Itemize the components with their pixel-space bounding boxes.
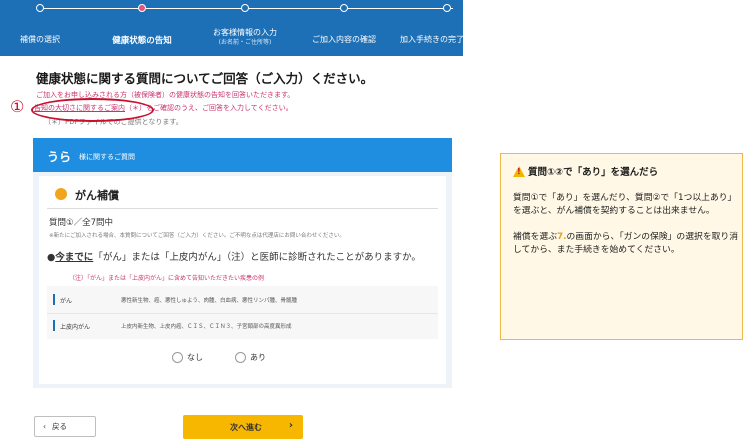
question-body: 「がん」または「上皮内がん」（注）と医師に診断されたことがありますか。: [93, 252, 421, 263]
radio-circle[interactable]: [172, 352, 183, 363]
step-dot-2-current: [138, 4, 146, 12]
next-button-label: 次へ進む: [230, 423, 262, 432]
question-counter: 質問①／全7問中: [49, 218, 114, 228]
progress-stepper: 補償の選択 健康状態の告知 お客様情報の入力 (お名前・ご住所等) ご加入内容の…: [0, 0, 464, 56]
annotation-highlight-ellipse: [31, 98, 154, 122]
answer-radio-yes[interactable]: あり: [235, 352, 266, 363]
step-label-3: お客様情報の入力 (お名前・ご住所等): [213, 28, 277, 48]
note-heading: 質問①②で「あり」を選んだら: [513, 164, 658, 178]
definition-term: 上皮内がん: [60, 324, 91, 331]
chevron-left-icon: ‹: [43, 422, 46, 431]
step-dot-5: [443, 4, 451, 12]
answer-radio-no[interactable]: なし: [172, 352, 203, 363]
row-accent: [53, 294, 55, 305]
next-button[interactable]: 次へ進む ›: [183, 415, 303, 439]
definition-term: がん: [60, 298, 73, 305]
answer-radio-yes-label: あり: [250, 353, 266, 362]
coverage-question-card: がん補償 質問①／全7問中 ※新たにご加入される場合、本質問についてご回答（ご入…: [39, 176, 446, 384]
step-dot-3: [241, 4, 249, 12]
question-panel: うら 様に関するご質問 がん補償 質問①／全7問中 ※新たにご加入される場合、本…: [33, 138, 452, 388]
instruction-note-box: 質問①②で「あり」を選んだら 質問①で「あり」を選んだり、質問②で「1つ以上あり…: [500, 153, 743, 340]
question-emphasis: 今までに: [55, 252, 94, 263]
insured-person-name: うら: [47, 150, 72, 164]
insured-person-header: うら 様に関するご質問: [33, 138, 452, 172]
definition-row: 上皮内がん 上皮内新生物、上皮内癌、ＣＩＳ、ＣＩＮ３、子宮頸部の高度異形成: [47, 313, 438, 337]
step-label-5: 加入手続きの完了: [400, 35, 464, 44]
step-label-3-main: お客様情報の入力: [213, 28, 277, 37]
step-label-3-sub: (お名前・ご住所等): [218, 39, 272, 46]
question-note: ※新たにご加入される場合、本質問についてご回答（ご入力）ください。ご不明な点は代…: [49, 233, 345, 239]
note-paragraph-1: 質問①で「あり」を選んだり、質問②で「1つ以上あり」を選ぶと、がん補償を契約する…: [513, 193, 737, 216]
note-para2-before: 補償を選ぶ: [513, 232, 557, 242]
answer-radio-no-label: なし: [187, 353, 203, 362]
insured-person-suffix: 様に関するご質問: [79, 153, 135, 161]
step-dot-4: [340, 4, 348, 12]
coverage-title: がん補償: [75, 189, 119, 202]
question-footnote: （注）「がん」または「上皮内がん」に含めて告知いただきたい疾患の例: [69, 275, 265, 282]
back-button-label: 戻る: [52, 422, 67, 431]
definition-examples: 上皮内新生物、上皮内癌、ＣＩＳ、ＣＩＮ３、子宮頸部の高度異形成: [121, 324, 292, 330]
back-button[interactable]: ‹ 戻る: [34, 416, 96, 437]
step-label-1: 補償の選択: [20, 35, 60, 44]
definition-row: がん 悪性新生物、癌、悪性しゅよう、肉腫、白血病、悪性リンパ腫、骨髄腫: [47, 288, 438, 312]
radio-circle[interactable]: [235, 352, 246, 363]
chevron-right-icon: ›: [288, 420, 293, 431]
page-title: 健康状態に関する質問についてご回答（ご入力）ください。: [36, 71, 374, 86]
disease-definition-table: がん 悪性新生物、癌、悪性しゅよう、肉腫、白血病、悪性リンパ腫、骨髄腫 上皮内が…: [47, 286, 438, 339]
row-accent: [53, 320, 55, 331]
question-text: ●今までに「がん」または「上皮内がん」（注）と医師に診断されたことがありますか。: [47, 249, 421, 263]
step-dot-1: [36, 4, 44, 12]
definition-examples: 悪性新生物、癌、悪性しゅよう、肉腫、白血病、悪性リンパ腫、骨髄腫: [121, 298, 298, 304]
step-label-2: 健康状態の告知: [112, 36, 172, 46]
note-body: 質問①で「あり」を選んだり、質問②で「1つ以上あり」を選ぶと、がん補償を契約する…: [513, 192, 741, 270]
warning-icon: [513, 165, 525, 177]
divider: [47, 208, 438, 209]
step-label-4: ご加入内容の確認: [312, 35, 376, 44]
note-heading-text: 質問①②で「あり」を選んだら: [528, 167, 659, 178]
note-paragraph-2: 補償を選ぶ7.の画面から、「ガンの保険」の選択を取り消してから、また手続きを始め…: [513, 231, 741, 257]
annotation-number-one: ①: [10, 97, 25, 116]
coverage-flower-icon: [55, 188, 67, 200]
